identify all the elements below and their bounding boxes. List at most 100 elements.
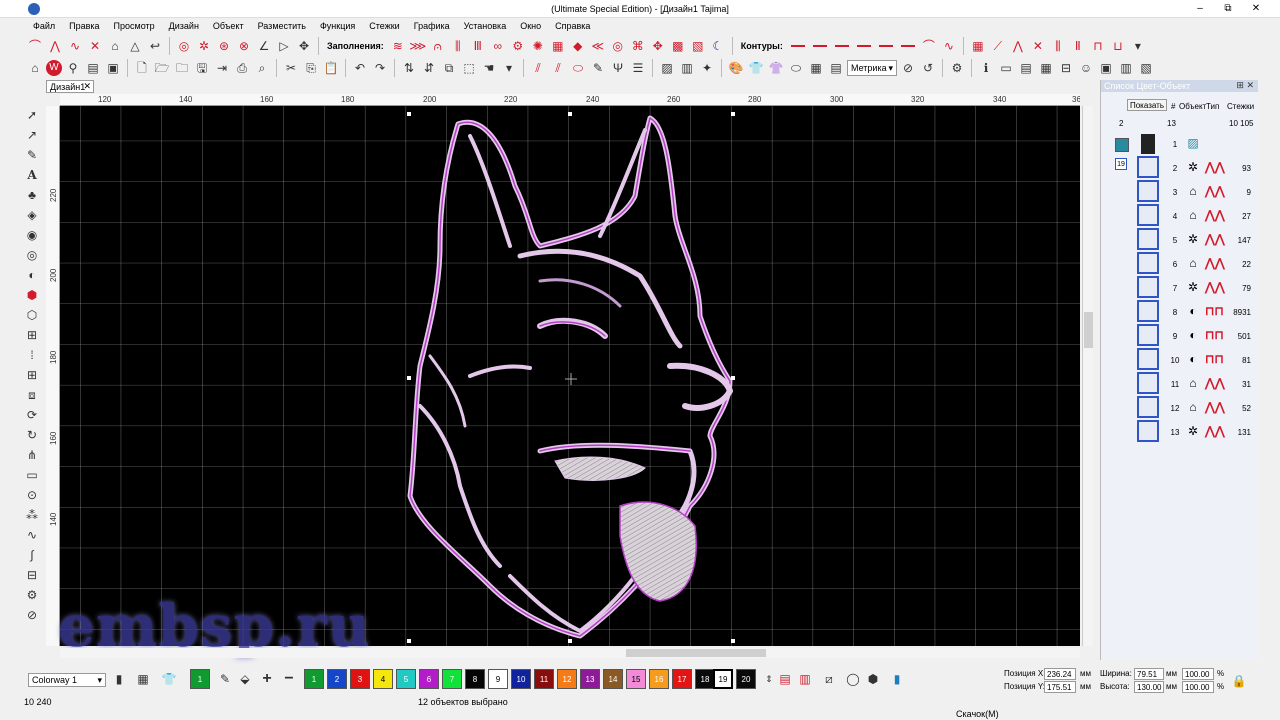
fill-hatch-icon[interactable]: ▩ xyxy=(669,37,687,55)
rectangle-icon[interactable]: ▭ xyxy=(22,466,42,484)
hexagon-icon[interactable]: ⬢ xyxy=(22,286,42,304)
fill-moon-icon[interactable]: ☾ xyxy=(709,37,727,55)
color-grid-icon[interactable]: ▦ xyxy=(134,670,152,688)
spin-icon[interactable]: ↻ xyxy=(22,426,42,444)
cube-icon[interactable]: ⬢ xyxy=(864,670,882,688)
tool-ring-icon[interactable]: ◎ xyxy=(175,37,193,55)
open-folder-icon[interactable]: 🗁 xyxy=(153,59,171,77)
palette-chip[interactable]: 11 xyxy=(534,669,554,689)
folder-icon[interactable]: 🗀 xyxy=(173,59,191,77)
list-item[interactable]: 6 ⌂ ⋀⋀ 22 xyxy=(1101,252,1259,276)
palette-chip[interactable]: 9 xyxy=(488,669,508,689)
fill-grid-icon[interactable]: ▦ xyxy=(549,37,567,55)
cut-icon[interactable]: ✂ xyxy=(282,59,300,77)
palette-chip[interactable]: 3 xyxy=(350,669,370,689)
panel-toggle-icon[interactable]: ▭ xyxy=(997,59,1015,77)
height-input[interactable]: 130.00 xyxy=(1134,681,1164,693)
list-item[interactable]: 11 ⌂ ⋀⋀ 31 xyxy=(1101,372,1259,396)
tool-triangle-icon[interactable]: △ xyxy=(126,37,144,55)
digitize-fill-icon[interactable]: ⫽ xyxy=(549,59,567,77)
contour-dash-icon[interactable] xyxy=(856,45,871,47)
new-file-icon[interactable]: 🗋 xyxy=(133,59,151,77)
contour-dash-icon[interactable] xyxy=(900,45,915,47)
menu-window[interactable]: Окно xyxy=(513,18,548,34)
wave-tool-icon[interactable]: ∿ xyxy=(22,526,42,544)
scroll-thumb[interactable] xyxy=(1084,312,1093,348)
notes-icon[interactable]: ▦ xyxy=(1037,59,1055,77)
tool-polygon-icon[interactable]: ⌂ xyxy=(106,37,124,55)
show-button[interactable]: Показать xyxy=(1127,99,1167,111)
list-item[interactable]: 3 ⌂ ⋀⋀ 9 xyxy=(1101,180,1259,204)
stitch-edit-icon[interactable]: ✎ xyxy=(22,146,42,164)
dropdown-icon[interactable]: ▾ xyxy=(500,59,518,77)
lines-icon[interactable]: ☰ xyxy=(629,59,647,77)
menu-stitches[interactable]: Стежки xyxy=(362,18,406,34)
hoop-icon[interactable]: ⬭ xyxy=(787,59,805,77)
menu-object[interactable]: Объект xyxy=(206,18,251,34)
save-icon[interactable]: 🖫 xyxy=(193,59,211,77)
palette-chip[interactable]: 12 xyxy=(557,669,577,689)
list-item[interactable]: 2 ✲ ⋀⋀ 93 xyxy=(1101,156,1259,180)
people-icon[interactable]: ☺ xyxy=(1077,59,1095,77)
graph-icon[interactable]: ▧ xyxy=(1137,59,1155,77)
panel-controls[interactable]: ⊞ ✕ xyxy=(1236,80,1254,91)
palette-chip[interactable]: 2 xyxy=(327,669,347,689)
colorway-menu-icon[interactable]: ▮ xyxy=(110,670,128,688)
ring-icon[interactable]: ◯ xyxy=(844,670,862,688)
travel-icon[interactable]: ↺ xyxy=(919,59,937,77)
menu-view[interactable]: Просмотр xyxy=(107,18,162,34)
fill-spiral-icon[interactable]: ◎ xyxy=(609,37,627,55)
fill-diamond-icon[interactable]: ◆ xyxy=(569,37,587,55)
gear-tool-icon[interactable]: ⚙ xyxy=(22,586,42,604)
scroll-thumb[interactable] xyxy=(626,649,766,657)
toolbar-more-icon[interactable]: ▾ xyxy=(1129,37,1147,55)
info-icon[interactable]: ℹ xyxy=(977,59,995,77)
paste-icon[interactable]: 📋 xyxy=(322,59,340,77)
fill-cross-icon[interactable]: ✥ xyxy=(649,37,667,55)
shape-icon[interactable]: ⬡ xyxy=(22,306,42,324)
fill-zigzag-icon[interactable]: ≋ xyxy=(389,37,407,55)
contour-grid-icon[interactable]: ▦ xyxy=(969,37,987,55)
contour-arc-icon[interactable]: ⌒ xyxy=(920,37,938,55)
list-item[interactable]: 10 ◐ ⊓⊓ 81 xyxy=(1101,348,1259,372)
lock-proportions-icon[interactable]: 🔒 xyxy=(1230,672,1248,690)
width-input[interactable]: 79.51 xyxy=(1134,668,1164,680)
colorlist-icon[interactable]: ▤ xyxy=(1017,59,1035,77)
box-icon[interactable]: ▣ xyxy=(104,59,122,77)
fill-gear-icon[interactable]: ⚙ xyxy=(509,37,527,55)
tool-puzzle-icon[interactable]: ✥ xyxy=(295,37,313,55)
thread-icon[interactable]: ⊟ xyxy=(1057,59,1075,77)
redo-icon[interactable]: ↷ xyxy=(371,59,389,77)
tool-cross-circle-icon[interactable]: ⊗ xyxy=(235,37,253,55)
fill-pattern-icon[interactable]: ▧ xyxy=(689,37,707,55)
contour-dash-icon[interactable] xyxy=(790,45,805,47)
palette-chip[interactable]: 10 xyxy=(511,669,531,689)
grid-small-icon[interactable]: ⊞ xyxy=(22,366,42,384)
contour-dash-icon[interactable] xyxy=(812,45,827,47)
palette-chip[interactable]: 15 xyxy=(626,669,646,689)
thread-list-icon[interactable]: ▥ xyxy=(796,670,814,688)
contour-ladder-icon[interactable]: ⫼ xyxy=(1049,37,1067,55)
list-item[interactable]: 8 ◐ ⊓⊓ 8931 xyxy=(1101,300,1259,324)
card-icon[interactable]: ▤ xyxy=(84,59,102,77)
palette-chip[interactable]: 19 xyxy=(713,669,733,689)
measure-icon[interactable]: ⊘ xyxy=(899,59,917,77)
tool-cross-icon[interactable]: ✕ xyxy=(86,37,104,55)
elements-icon[interactable]: ◈ xyxy=(22,206,42,224)
curve-tool-icon[interactable]: ∫ xyxy=(22,546,42,564)
print-preview-icon[interactable]: ⌕ xyxy=(253,59,271,77)
settings-icon[interactable]: ⚙ xyxy=(948,59,966,77)
appliqué-icon[interactable]: ✦ xyxy=(698,59,716,77)
menu-edit[interactable]: Правка xyxy=(62,18,106,34)
bulb-icon[interactable]: ⚲ xyxy=(64,59,82,77)
palette-chip[interactable]: 6 xyxy=(419,669,439,689)
fill-wave-icon[interactable]: ⋙ xyxy=(409,37,427,55)
pos-x-input[interactable]: 236.24 xyxy=(1044,668,1076,680)
sweater-icon[interactable]: 👕 xyxy=(747,59,765,77)
palette-chip[interactable]: 13 xyxy=(580,669,600,689)
undo-icon[interactable]: ↶ xyxy=(351,59,369,77)
pos-y-input[interactable]: 175.51 xyxy=(1044,681,1076,693)
machine-icon[interactable]: ⊟ xyxy=(22,566,42,584)
palette-chip[interactable]: 4 xyxy=(373,669,393,689)
tool-arrow-icon[interactable]: ▷ xyxy=(275,37,293,55)
